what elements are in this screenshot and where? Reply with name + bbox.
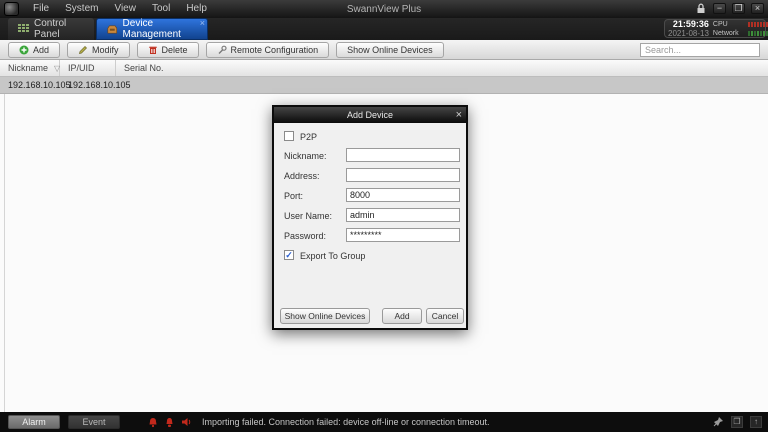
network-meter [748, 31, 768, 36]
cell-nickname: 192.168.10.105 [0, 80, 60, 90]
control-panel-icon [18, 24, 29, 34]
title-bar: File System View Tool Help SwannView Plu… [0, 0, 768, 18]
device-management-icon [107, 24, 118, 35]
modify-button[interactable]: Modify [67, 42, 130, 58]
nickname-label: Nickname: [284, 151, 327, 161]
dialog-show-online-devices-button[interactable]: Show Online Devices [280, 308, 370, 324]
toolbar: Add Modify Delete Remote Configuration S… [0, 40, 768, 60]
wrench-icon [217, 45, 227, 55]
p2p-checkbox[interactable] [284, 131, 294, 141]
menu-system[interactable]: System [57, 0, 106, 18]
menu-tool[interactable]: Tool [144, 0, 178, 18]
alarm-bell-icon[interactable] [148, 417, 158, 428]
tab-label: Control Panel [34, 18, 84, 40]
close-button[interactable]: × [751, 3, 764, 14]
pencil-icon [78, 45, 88, 55]
tab-device-management[interactable]: Device Management × [96, 18, 208, 40]
tab-bar: Control Panel Device Management × 21:59:… [0, 18, 768, 40]
system-status-panel: 21:59:36 2021-08-13 CPU Network [664, 19, 766, 38]
add-button[interactable]: Add [8, 42, 60, 58]
address-label: Address: [284, 171, 320, 181]
event-bell-icon[interactable] [165, 417, 174, 428]
app-logo-icon [4, 2, 19, 16]
clock-date: 2021-08-13 [668, 29, 709, 38]
p2p-label: P2P [300, 132, 317, 142]
device-row[interactable]: 192.168.10.105 192.168.10.105 [0, 77, 768, 94]
column-ip-uid[interactable]: IP/UID [60, 60, 116, 76]
port-field[interactable] [346, 188, 460, 202]
column-serial[interactable]: Serial No. [116, 60, 768, 76]
export-to-group-checkbox[interactable]: ✓ [284, 250, 294, 260]
add-icon [19, 45, 29, 55]
password-field[interactable] [346, 228, 460, 242]
dialog-cancel-button[interactable]: Cancel [426, 308, 464, 324]
remote-configuration-label: Remote Configuration [231, 45, 319, 55]
address-field[interactable] [346, 168, 460, 182]
search-input[interactable] [640, 43, 760, 57]
show-online-devices-label: Show Online Devices [347, 45, 433, 55]
modify-label: Modify [92, 45, 119, 55]
tab-label: Device Management [123, 18, 197, 40]
clock-time: 21:59:36 [668, 20, 709, 29]
nickname-field[interactable] [346, 148, 460, 162]
device-table-header: Nickname ▽ IP/UID Serial No. [0, 60, 768, 77]
tab-control-panel[interactable]: Control Panel [8, 18, 94, 40]
port-label: Port: [284, 191, 303, 201]
lock-icon[interactable] [695, 2, 707, 14]
add-device-dialog: Add Device × P2P Nickname: Address: Port… [272, 105, 468, 330]
menu-view[interactable]: View [106, 0, 144, 18]
username-label: User Name: [284, 211, 332, 221]
export-to-group-label: Export To Group [300, 251, 365, 261]
show-online-devices-button[interactable]: Show Online Devices [336, 42, 444, 58]
minimize-button[interactable]: − [713, 3, 726, 14]
window-mode-icon[interactable]: ❐ [731, 416, 743, 428]
swannview-window: File System View Tool Help SwannView Plu… [0, 0, 768, 432]
cpu-label: CPU [713, 20, 746, 29]
cell-ip-uid: 192.168.10.105 [60, 80, 116, 90]
trash-icon [148, 45, 158, 55]
menu-help[interactable]: Help [178, 0, 215, 18]
event-tab-button[interactable]: Event [68, 415, 120, 429]
restore-button[interactable]: ❐ [732, 3, 745, 14]
add-label: Add [33, 45, 49, 55]
audio-alert-icon[interactable] [181, 417, 192, 427]
status-bar: Alarm Event Importing failed. Connection… [0, 412, 768, 432]
delete-label: Delete [162, 45, 188, 55]
tab-close-icon[interactable]: × [200, 19, 205, 28]
status-message: Importing failed. Connection failed: dev… [202, 417, 490, 427]
dialog-add-button[interactable]: Add [382, 308, 422, 324]
dialog-close-icon[interactable]: × [456, 108, 462, 122]
alarm-tab-button[interactable]: Alarm [8, 415, 60, 429]
cpu-meter [748, 22, 768, 27]
menu-file[interactable]: File [25, 0, 57, 18]
password-label: Password: [284, 231, 326, 241]
column-nickname[interactable]: Nickname ▽ [0, 60, 60, 76]
pin-icon[interactable] [712, 416, 724, 428]
remote-configuration-button[interactable]: Remote Configuration [206, 42, 330, 58]
network-label: Network [713, 29, 746, 38]
collapse-panel-icon[interactable]: ↑ [750, 416, 762, 428]
delete-button[interactable]: Delete [137, 42, 199, 58]
panel-edge-divider [4, 94, 5, 412]
dialog-title-bar[interactable]: Add Device × [274, 107, 466, 123]
username-field[interactable] [346, 208, 460, 222]
dialog-title: Add Device [347, 110, 393, 120]
